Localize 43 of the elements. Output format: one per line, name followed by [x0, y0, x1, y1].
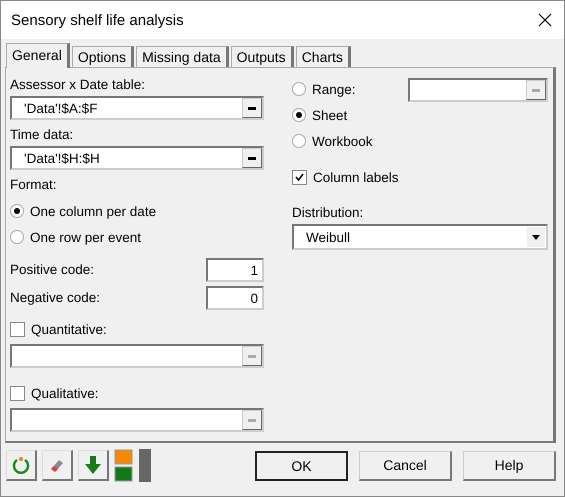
radio-option[interactable]: One row per event	[10, 224, 268, 250]
range-field[interactable]: 'Data'!$A:$F	[10, 96, 264, 120]
distribution-dropdown[interactable]: Weibull	[292, 224, 548, 250]
select-range-button[interactable]	[242, 148, 262, 168]
radio-option[interactable]: Range:	[292, 76, 373, 102]
select-range-button[interactable]	[242, 98, 262, 118]
ellipsis-icon	[248, 354, 256, 358]
tab[interactable]: Missing data	[136, 46, 229, 67]
radio-option[interactable]: One column per date	[10, 198, 268, 224]
clear-button[interactable]	[42, 450, 73, 481]
code-field[interactable]: 1	[206, 258, 264, 282]
field-label: Distribution:	[292, 204, 364, 222]
field-label: Assessor x Date table:	[10, 76, 146, 94]
field-label: Negative code:	[10, 289, 100, 307]
range-input[interactable]: 'Data'!$H:$H	[12, 150, 242, 166]
options-toggle-icon[interactable]	[114, 449, 134, 482]
dialog-button[interactable]: Cancel	[359, 450, 452, 480]
ellipsis-icon	[248, 156, 256, 160]
close-icon[interactable]	[538, 13, 552, 27]
tab[interactable]: Charts	[296, 46, 351, 67]
field-label: Positive code:	[10, 261, 94, 279]
range-field[interactable]: 'Data'!$H:$H	[10, 146, 264, 170]
radio-option[interactable]: Sheet	[292, 102, 373, 128]
ellipsis-icon	[532, 88, 540, 92]
tab[interactable]: General	[6, 43, 70, 68]
dialog-button[interactable]: Help	[463, 450, 556, 480]
reset-button[interactable]	[6, 450, 37, 481]
refresh-icon	[12, 456, 30, 474]
range-input[interactable]: 'Data'!$A:$F	[12, 100, 242, 116]
field-label: Time data:	[10, 126, 74, 144]
checkbox-option[interactable]: Column labels	[292, 164, 549, 190]
checkmark-icon	[295, 173, 304, 181]
move-down-button[interactable]	[78, 450, 109, 481]
ellipsis-icon	[248, 106, 256, 110]
radio-option[interactable]: Workbook	[292, 128, 373, 154]
tab[interactable]: Options	[72, 46, 134, 67]
down-arrow-icon	[84, 455, 102, 475]
window-title: Sensory shelf life analysis	[11, 12, 184, 28]
dialog-button[interactable]: OK	[255, 450, 348, 480]
code-field[interactable]: 0	[206, 286, 264, 310]
field-label: Format:	[10, 176, 58, 194]
tab[interactable]: Outputs	[230, 46, 294, 67]
ellipsis-icon	[248, 418, 256, 422]
